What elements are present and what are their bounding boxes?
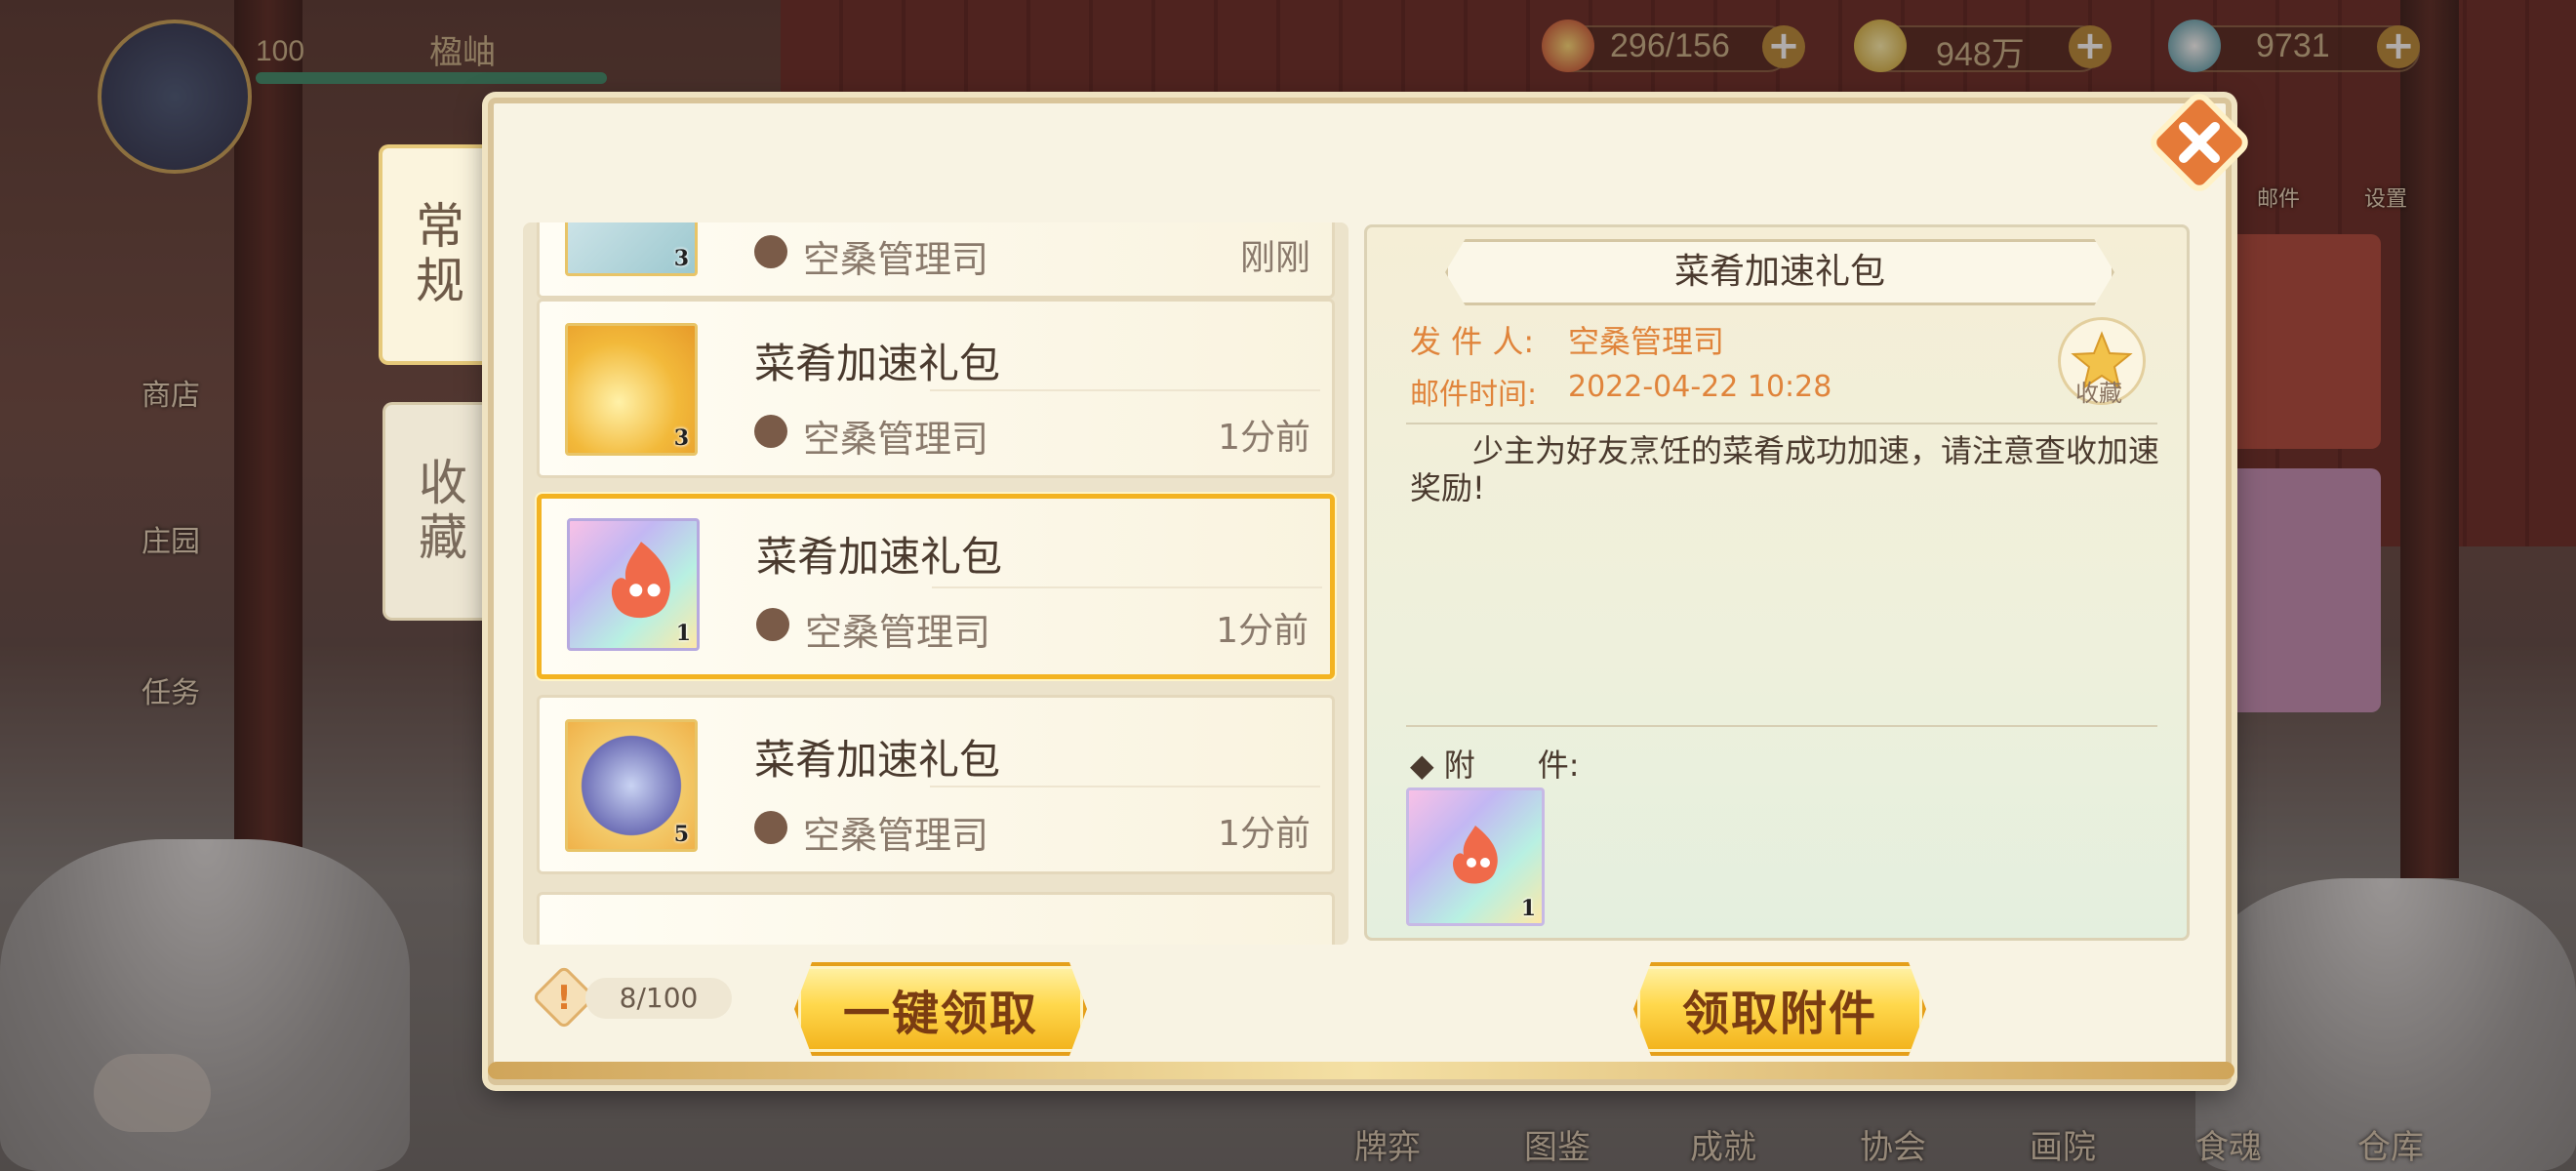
mail-item-sender: 空桑管理司 — [803, 418, 989, 461]
divider — [930, 786, 1320, 787]
divider — [1406, 725, 2157, 727]
sender-label: 发 件 人: — [1410, 323, 1535, 360]
attachment-item[interactable]: 1 — [1406, 787, 1545, 926]
item-count: 3 — [673, 425, 689, 451]
mail-item-time: 1分前 — [1218, 418, 1310, 458]
sender-person-icon — [754, 415, 787, 448]
svg-text:!: ! — [556, 979, 572, 1018]
claim-all-button[interactable]: 一键领取 — [794, 962, 1087, 1056]
mail-item-thumbnail: 3 — [565, 222, 698, 276]
divider — [1406, 423, 2157, 424]
sender-person-icon — [754, 235, 787, 268]
item-count: 5 — [673, 822, 689, 847]
mail-item-sender: 空桑管理司 — [805, 611, 991, 654]
mail-item-sender: 空桑管理司 — [803, 238, 989, 281]
mail-count: 8/100 — [585, 978, 732, 1019]
mail-detail-panel: 菜肴加速礼包 发 件 人: 空桑管理司 邮件时间: 2022-04-22 10:… — [1364, 224, 2190, 941]
attachment-label: ◆ 附 件: — [1410, 747, 1580, 784]
sender-value: 空桑管理司 — [1568, 323, 1725, 360]
item-count: 1 — [1520, 896, 1536, 921]
detail-title-frame: 菜肴加速礼包 — [1445, 239, 2114, 305]
divider — [930, 389, 1320, 391]
divider — [932, 586, 1322, 588]
mail-item-title: 菜肴加速礼包 — [754, 340, 1001, 387]
item-count: 3 — [673, 246, 689, 271]
dialog-bottom-rail — [488, 1062, 2234, 1079]
mail-item-title: 菜肴加速礼包 — [754, 736, 1001, 784]
mail-item[interactable]: 3 空桑管理司 刚刚 — [537, 222, 1335, 299]
mail-item-thumbnail: 3 — [565, 323, 698, 456]
detail-title: 菜肴加速礼包 — [1673, 252, 1885, 292]
mail-item-thumbnail: 5 — [565, 719, 698, 852]
flame-spirit-icon — [611, 542, 670, 619]
favorite-label: 收藏 — [2075, 380, 2122, 407]
mail-item-time: 1分前 — [1216, 611, 1308, 651]
sender-person-icon — [756, 608, 789, 641]
mail-body: 少主为好友烹饪的菜肴成功加速，请注意查收加速奖励! — [1410, 432, 2160, 506]
mail-item[interactable]: 3 菜肴加速礼包 空桑管理司 1分前 — [537, 299, 1335, 478]
time-value: 2022-04-22 10:28 — [1568, 370, 1832, 404]
time-label: 邮件时间: — [1410, 378, 1538, 412]
tab-normal[interactable]: 常规 — [379, 144, 490, 365]
flame-spirit-icon — [1453, 826, 1498, 884]
mail-item-title: 菜肴加速礼包 — [756, 533, 1003, 581]
sender-person-icon — [754, 811, 787, 844]
close-icon[interactable] — [2147, 90, 2252, 195]
mail-item-time: 刚刚 — [1239, 238, 1310, 278]
claim-attachment-button[interactable]: 领取附件 — [1633, 962, 1926, 1056]
mail-item-partial[interactable] — [537, 892, 1335, 945]
mail-item[interactable]: 5 菜肴加速礼包 空桑管理司 1分前 — [537, 695, 1335, 874]
tab-favorites[interactable]: 收藏 — [382, 402, 493, 621]
mail-item-time: 1分前 — [1218, 814, 1310, 854]
mail-item-sender: 空桑管理司 — [803, 814, 989, 857]
